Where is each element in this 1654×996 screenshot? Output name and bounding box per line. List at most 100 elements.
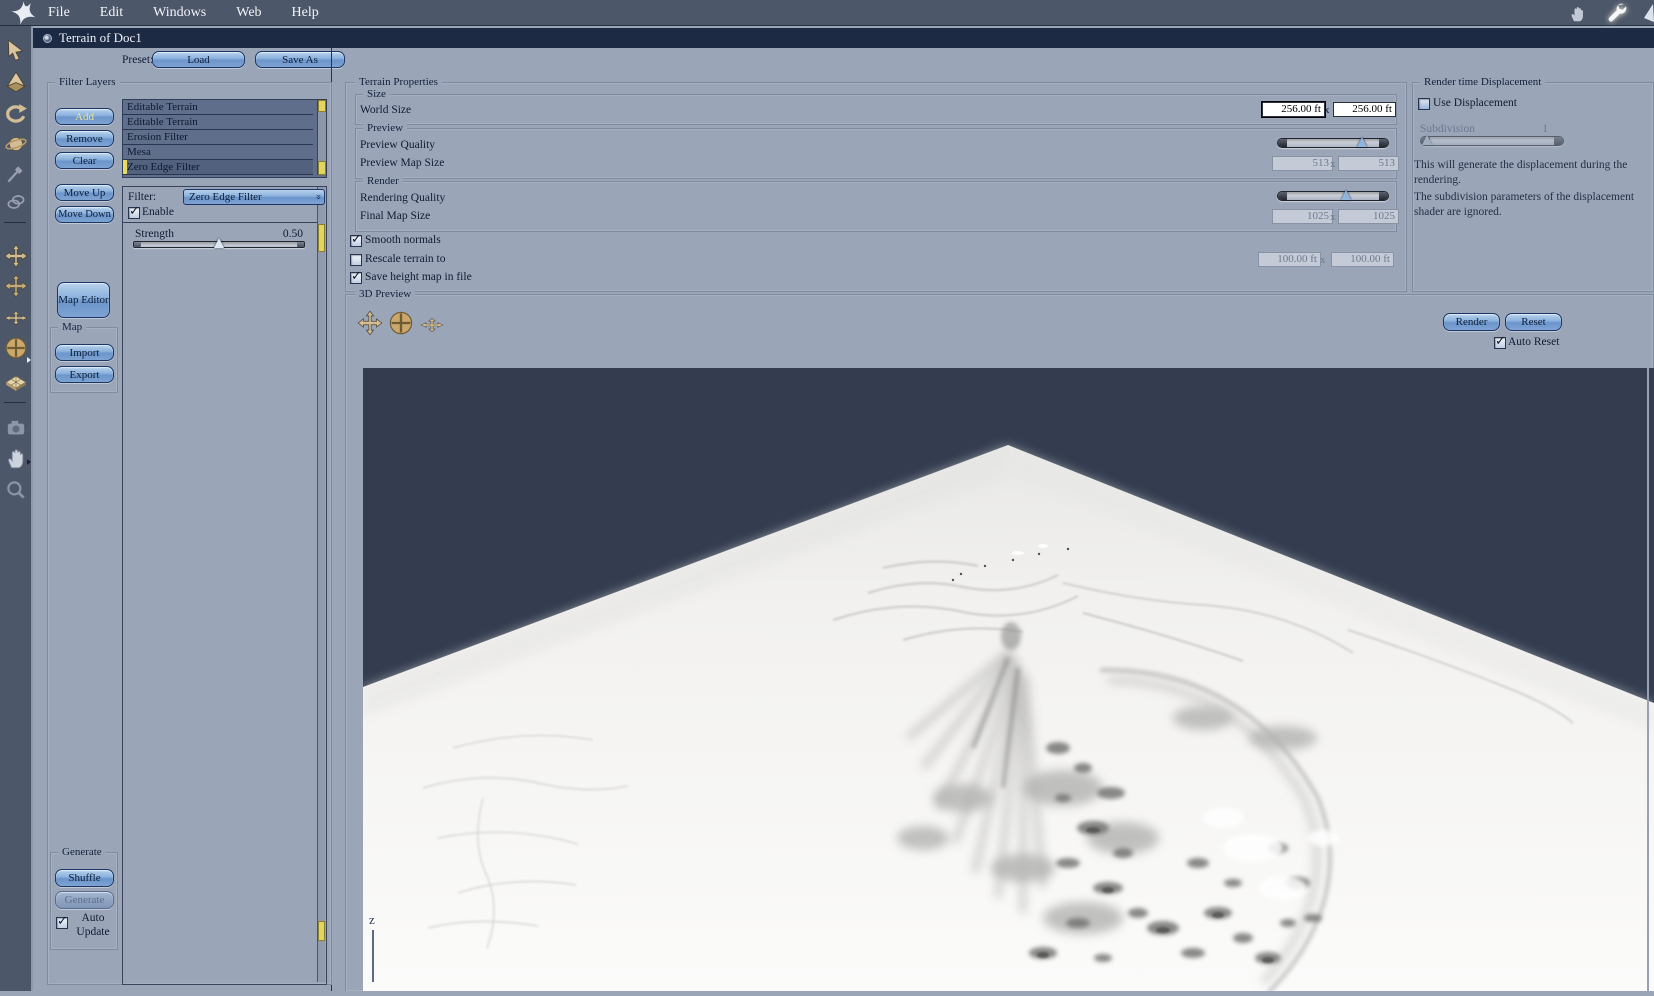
partial-icon[interactable]	[1644, 2, 1654, 22]
shuffle-button[interactable]: Shuffle	[55, 869, 114, 887]
filter-layer-list: Editable Terrain Editable Terrain Erosio…	[122, 99, 327, 178]
preset-load-button[interactable]: Load	[152, 51, 245, 68]
preview-quality-slider[interactable]	[1277, 137, 1389, 148]
rendering-quality-thumb[interactable]	[1341, 190, 1352, 200]
displacement-note-2: The subdivision parameters of the displa…	[1414, 191, 1635, 218]
plane-tool-icon[interactable]	[4, 368, 28, 392]
pan-hand-icon[interactable]	[1568, 4, 1587, 23]
filter-settings-panel	[122, 186, 327, 985]
menu-help[interactable]: Help	[292, 5, 319, 21]
subdivision-slider[interactable]	[1420, 135, 1564, 146]
document-title-bar: Terrain of Doc1	[33, 28, 1654, 48]
rescale-width-field[interactable]: 100.00 ft	[1258, 252, 1321, 267]
layer-list-scrollbar[interactable]	[317, 100, 326, 175]
export-button[interactable]: Export	[55, 366, 114, 383]
world-size-height-field[interactable]: 256.00 ft	[1333, 102, 1396, 117]
axis-z-label: z	[369, 912, 375, 927]
preview-map-size-label: Preview Map Size	[360, 157, 445, 169]
layer-row[interactable]: Mesa	[123, 145, 313, 160]
settings-scrollbar[interactable]	[317, 187, 325, 982]
clone-tool-icon[interactable]	[4, 190, 28, 214]
scrollbar-thumb[interactable]	[318, 224, 325, 252]
layer-row[interactable]: Editable Terrain	[123, 100, 313, 115]
orbit-sphere-icon[interactable]	[4, 132, 28, 156]
enable-checkbox[interactable]	[128, 204, 140, 219]
smooth-normals-checkbox[interactable]	[350, 232, 362, 247]
use-displacement-label: Use Displacement	[1433, 97, 1517, 109]
nav-arrow-icon[interactable]	[4, 70, 28, 94]
rendering-quality-label: Rendering Quality	[360, 192, 446, 204]
camera-icon[interactable]	[4, 416, 28, 440]
add-button[interactable]: Add	[55, 108, 114, 125]
toolbar-divider	[4, 402, 26, 403]
preview-map-width-field[interactable]: 513	[1272, 156, 1333, 171]
track-tool-icon[interactable]	[4, 306, 28, 330]
auto-reset-label: Auto Reset	[1508, 336, 1560, 348]
remove-button[interactable]: Remove	[55, 130, 114, 147]
preview-dolly-icon[interactable]	[420, 313, 444, 337]
move-tool-alt-icon[interactable]	[4, 274, 28, 298]
trackball-icon[interactable]	[4, 336, 28, 360]
preview-quality-thumb[interactable]	[1356, 137, 1367, 147]
reset-button[interactable]: Reset	[1505, 313, 1562, 331]
collapse-toggle-icon[interactable]	[43, 34, 52, 43]
rescale-height-field[interactable]: 100.00 ft	[1331, 252, 1394, 267]
preview-pan-icon[interactable]	[357, 310, 383, 336]
scrollbar-thumb[interactable]	[318, 100, 326, 112]
scrollbar-thumb[interactable]	[318, 161, 326, 175]
render-x-separator: x	[1330, 211, 1336, 223]
rescale-terrain-label: Rescale terrain to	[365, 253, 446, 265]
save-height-map-label: Save height map in file	[365, 271, 472, 283]
move-down-button[interactable]: Move Down	[55, 206, 114, 223]
preview-trackball-icon[interactable]	[388, 310, 414, 336]
menu-file[interactable]: File	[48, 5, 70, 21]
move-tool-icon[interactable]	[4, 244, 28, 268]
preview-map-height-field[interactable]: 513	[1338, 156, 1399, 171]
menu-web[interactable]: Web	[236, 5, 261, 21]
strength-slider-thumb[interactable]	[214, 238, 224, 248]
enable-label: Enable	[142, 206, 174, 218]
layer-row[interactable]: Erosion Filter	[123, 130, 313, 145]
clear-button[interactable]: Clear	[55, 152, 114, 169]
eyedropper-icon[interactable]	[4, 162, 28, 186]
move-up-button[interactable]: Move Up	[55, 184, 114, 201]
generate-button[interactable]: Generate	[55, 891, 114, 909]
layer-row-selected[interactable]: Zero Edge Filter	[123, 160, 313, 175]
rescale-terrain-checkbox[interactable]	[350, 254, 362, 266]
generate-group-title: Generate	[58, 847, 106, 858]
layer-row[interactable]: Editable Terrain	[123, 115, 313, 130]
world-size-width-field[interactable]: 256.00 ft	[1261, 101, 1326, 118]
menu-edit[interactable]: Edit	[100, 5, 123, 21]
rotate-icon[interactable]	[4, 102, 28, 126]
wrench-icon[interactable]	[1604, 1, 1627, 24]
pan-hand-tool-icon[interactable]	[4, 446, 28, 470]
strength-slider[interactable]	[133, 238, 305, 248]
render-button[interactable]: Render	[1443, 313, 1500, 331]
map-editor-button[interactable]: Map Editor	[57, 282, 110, 318]
auto-update-label: Auto Update	[76, 912, 110, 938]
save-height-map-checkbox[interactable]	[350, 269, 362, 284]
final-map-height-field[interactable]: 1025	[1338, 209, 1399, 224]
filter-layers-title: Filter Layers	[55, 77, 120, 88]
auto-update-checkbox[interactable]	[56, 914, 68, 929]
auto-reset-checkbox[interactable]	[1494, 334, 1506, 349]
select-arrow-icon[interactable]	[4, 38, 28, 62]
render-group	[355, 181, 1397, 232]
filter-dropdown[interactable]: Zero Edge Filter »	[183, 189, 325, 205]
chevron-down-icon: »	[312, 194, 325, 200]
terrain-3d-viewport[interactable]: z	[363, 368, 1654, 995]
world-size-label: World Size	[360, 104, 412, 116]
subdivision-slider-thumb[interactable]	[1421, 135, 1432, 145]
zoom-magnifier-icon[interactable]	[4, 478, 28, 502]
rescale-x-separator: x	[1320, 254, 1326, 266]
import-button[interactable]: Import	[55, 344, 114, 361]
rendering-quality-slider[interactable]	[1277, 190, 1389, 201]
subdivision-label: Subdivision	[1420, 123, 1475, 135]
final-map-width-field[interactable]: 1025	[1272, 209, 1333, 224]
pan-flyout-arrow-icon	[27, 459, 31, 465]
displacement-note-1: This will generate the displacement duri…	[1414, 159, 1628, 186]
size-x-separator: x	[1324, 104, 1330, 116]
menu-windows[interactable]: Windows	[153, 5, 206, 21]
use-displacement-checkbox[interactable]	[1418, 98, 1430, 110]
scrollbar-thumb[interactable]	[318, 921, 325, 941]
